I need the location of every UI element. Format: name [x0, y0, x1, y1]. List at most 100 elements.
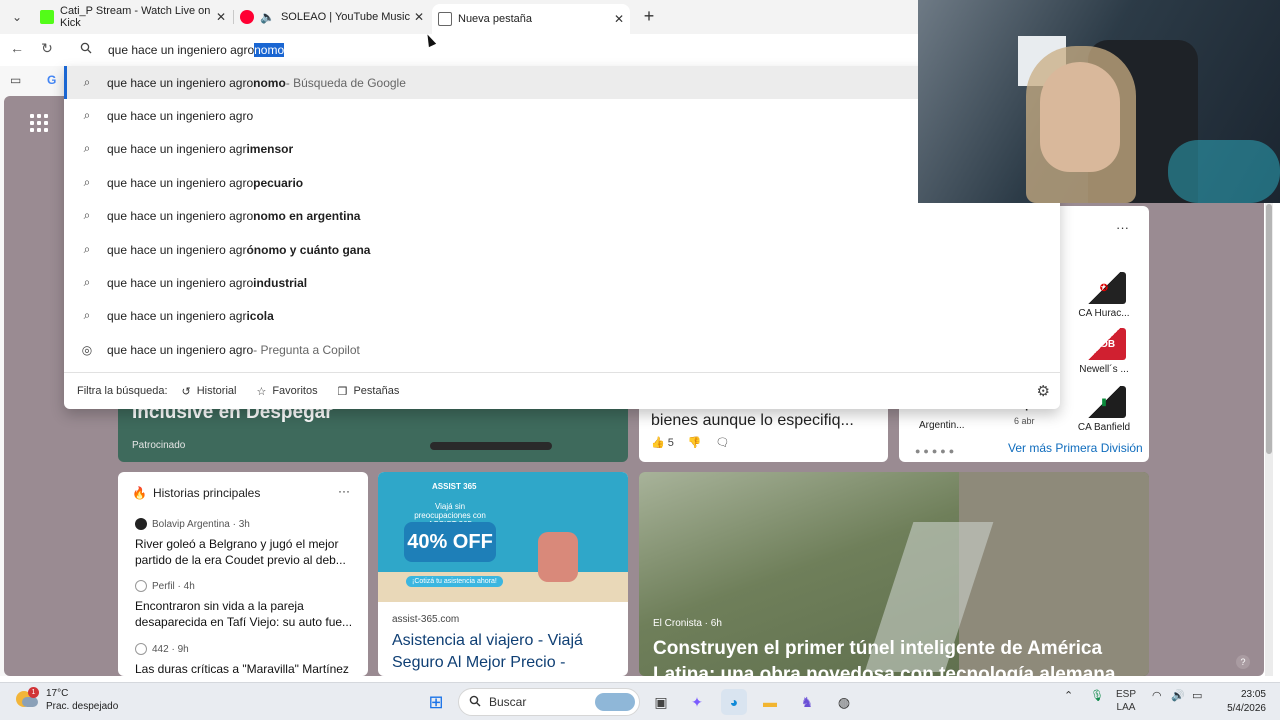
match-date: 6 abr: [1014, 416, 1035, 426]
story-headline: Las duras críticas a "Maravilla" Martíne…: [135, 662, 349, 676]
story-item[interactable]: Bolavip Argentina · 3h River goleó a Bel…: [135, 518, 355, 568]
microphone-icon[interactable]: 🎙: [1090, 689, 1104, 702]
app-icon[interactable]: ♞: [794, 689, 820, 715]
new-tab-button[interactable]: +: [640, 6, 658, 27]
search-filter-bar: Filtra la búsqueda: ↺ Historial ☆ Favorito…: [64, 372, 1060, 409]
story-source: Perfil · 4h: [152, 580, 195, 592]
file-explorer-icon[interactable]: ▬: [757, 689, 783, 715]
suggestion-item[interactable]: ⌕ que hace un ingeniero agro industrial: [64, 266, 1060, 299]
language-indicator[interactable]: ESP LAA: [1116, 688, 1136, 714]
sponsored-carousel-card[interactable]: Inclusive en Despegar Patrocinado: [118, 400, 628, 462]
suggestion-text: que hace un ingeniero agro: [107, 275, 254, 290]
address-bar[interactable]: que hace un ingeniero agro nomo: [64, 34, 918, 66]
webcam-person-face: [1040, 62, 1120, 172]
suggestion-text: que hace un ingeniero agro: [107, 175, 254, 190]
ad-image: ASSIST 365 Viajá sin preocupaciones con …: [378, 472, 628, 602]
like-button[interactable]: 👍 5: [651, 436, 674, 449]
suggestion-item[interactable]: ⌕ que hace un ingeniero agro nomo en arge…: [64, 199, 1060, 232]
close-tab-icon[interactable]: ✕: [216, 10, 226, 24]
show-hidden-icons[interactable]: ⌃: [1064, 689, 1073, 702]
tab-new-tab[interactable]: Nueva pestaña ✕: [432, 4, 630, 34]
taskbar-search[interactable]: Buscar: [458, 688, 640, 716]
task-view-icon[interactable]: ▣: [648, 689, 674, 715]
refresh-icon[interactable]: ↻: [37, 40, 57, 57]
help-icon[interactable]: ?: [1236, 655, 1250, 669]
suggestion-completion: pecuario: [253, 175, 304, 190]
clock[interactable]: 23:05 5/4/2026: [1222, 688, 1266, 716]
hero-news-card[interactable]: El Cronista · 6h Construyen el primer tú…: [639, 472, 1149, 676]
google-icon[interactable]: G: [47, 73, 56, 87]
suggestion-text: que hace un ingeniero agr: [107, 141, 247, 156]
copilot-taskbar-icon[interactable]: ✦: [684, 689, 710, 715]
tab-youtube-music[interactable]: 🔈 SOLEAO | YouTube Music ✕: [234, 4, 430, 30]
weather-description: Prac. despejado: [46, 701, 119, 712]
card-pager[interactable]: ●●●●●: [915, 446, 957, 456]
tab-kick[interactable]: Cati_P Stream - Watch Live on Kick ✕: [34, 4, 232, 30]
suggestion-item[interactable]: ⌕ que hace un ingeniero agro pecuario: [64, 166, 1060, 199]
team-newells[interactable]: NOB Newell´s ...: [1069, 328, 1139, 375]
windows-start-icon[interactable]: ⊞: [423, 689, 449, 715]
team-huracan[interactable]: ✪ CA Huraс...: [1069, 272, 1139, 319]
filter-label: Filtra la búsqueda:: [77, 385, 168, 397]
suggestion-completion: nomo: [253, 75, 286, 90]
dislike-button[interactable]: 👎: [688, 436, 702, 449]
filter-tabs-label: Pestañas: [353, 385, 400, 397]
publisher-logo: [135, 518, 147, 530]
speaker-icon[interactable]: 🔈: [260, 10, 275, 24]
suggestions-dropdown: ⌕ que hace un ingeniero agro nomo - Búsqu…: [64, 66, 1060, 409]
address-input-text[interactable]: que hace un ingeniero agro: [108, 43, 254, 57]
team-banfield[interactable]: ▮ CA Banfield: [1069, 386, 1139, 433]
more-options-icon[interactable]: ···: [338, 484, 350, 498]
obs-icon[interactable]: ◍: [831, 689, 857, 715]
gear-icon[interactable]: ⚙: [1037, 382, 1050, 400]
volume-icon[interactable]: 🔊: [1171, 689, 1185, 702]
publisher-logo: [135, 643, 147, 655]
search-icon: ⌕: [83, 275, 91, 289]
carousel-pager[interactable]: [430, 442, 552, 450]
team-name: Argentin...: [919, 420, 965, 431]
suggestion-hint: - Búsqueda de Google: [285, 75, 406, 90]
close-tab-icon[interactable]: ✕: [414, 10, 424, 24]
filter-history-button[interactable]: ↺ Historial: [182, 385, 237, 398]
story-item[interactable]: Perfil · 4h Encontraron sin vida a la pa…: [135, 580, 355, 630]
story-item[interactable]: 442 · 9h Las duras críticas a "Maravilla…: [135, 643, 355, 676]
weather-icon: 1: [14, 687, 39, 711]
page-scrollbar[interactable]: [1265, 200, 1273, 676]
copilot-icon: ◎: [81, 342, 93, 357]
ad-card[interactable]: ASSIST 365 Viajá sin preocupaciones con …: [378, 472, 628, 676]
flame-icon: 🔥: [132, 486, 147, 500]
filter-tabs-button[interactable]: ❐ Pestañas: [338, 385, 400, 398]
wifi-icon[interactable]: ◠: [1152, 689, 1162, 702]
more-options-icon[interactable]: ···: [1116, 220, 1129, 235]
suggestion-item[interactable]: ⌕ que hace un ingeniero agr icola: [64, 299, 1060, 332]
new-tab-page-icon: [438, 12, 452, 26]
news-card[interactable]: bienes aunque lo especifiq... 👍 5 👎 🗨: [639, 400, 888, 462]
search-icon: ⌕: [83, 108, 91, 122]
tab-actions-menu-button[interactable]: ⌄: [6, 7, 28, 27]
tab-strip: ⌄ Cati_P Stream - Watch Live on Kick ✕ 🔈…: [0, 0, 918, 34]
suggestion-item[interactable]: ⌕ que hace un ingeniero agr ónomo y cuánt…: [64, 233, 1060, 266]
suggestion-item[interactable]: ◎ que hace un ingeniero agro - Pregunta …: [64, 333, 1060, 366]
edge-icon[interactable]: ◕: [721, 689, 747, 715]
comment-button[interactable]: 🗨: [716, 436, 730, 449]
battery-icon[interactable]: ▭: [1192, 689, 1202, 702]
favorites-bar-icon[interactable]: ▭: [10, 73, 21, 87]
search-icon: [80, 41, 94, 59]
suggestion-item[interactable]: ⌕ que hace un ingeniero agr imensor: [64, 132, 1060, 165]
scrollbar-thumb[interactable]: [1266, 204, 1272, 454]
suggestion-text: que hace un ingeniero agro: [107, 342, 254, 357]
filter-favorites-button[interactable]: ☆ Favoritos: [256, 385, 317, 398]
suggestion-item[interactable]: ⌕ que hace un ingeniero agro nomo - Búsqu…: [64, 66, 1060, 99]
huracan-logo: ✪: [1082, 272, 1126, 304]
back-arrow-icon[interactable]: ←: [7, 40, 27, 56]
suggestion-item[interactable]: ⌕ que hace un ingeniero agro: [64, 99, 1060, 132]
weather-widget[interactable]: 1 17°C Prac. despejado: [14, 687, 118, 713]
top-stories-header: 🔥 Historias principales: [132, 486, 260, 500]
close-tab-icon[interactable]: ✕: [614, 12, 624, 26]
taskbar-search-placeholder: Buscar: [489, 695, 527, 709]
weather-temperature: 17°C: [46, 688, 69, 699]
family-illustration: [538, 532, 578, 582]
ad-cta: ¡Cotizá tu asistencia ahora!: [406, 576, 503, 587]
more-primera-division-link[interactable]: Ver más Primera División: [1008, 441, 1143, 455]
apps-launcher-icon[interactable]: [30, 114, 48, 132]
